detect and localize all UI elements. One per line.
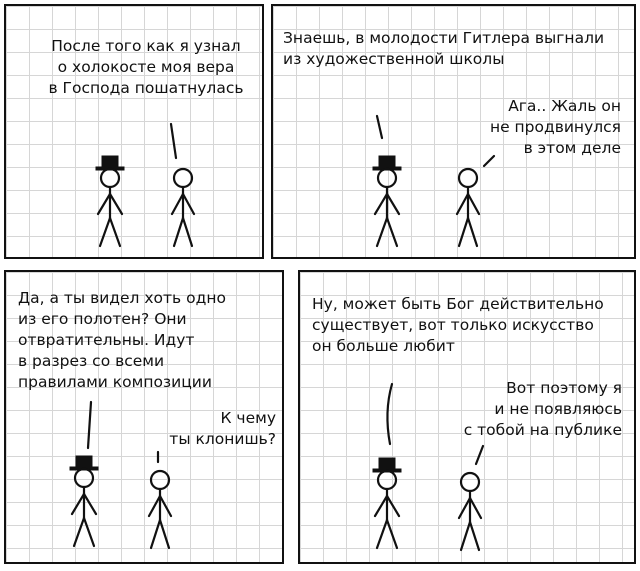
comic-panel-2: Знаешь, в молодости Гитлера выгнали из х… — [271, 4, 636, 259]
speech-tail — [169, 122, 178, 160]
stickman — [457, 471, 483, 552]
top-hat-stickman — [95, 155, 125, 248]
stickman — [170, 167, 196, 248]
reply-tail — [482, 154, 496, 168]
top-hat-stickman — [372, 155, 402, 248]
speech-tail — [86, 400, 93, 450]
top-hat-stickman — [372, 457, 402, 550]
panel-4-drawing — [372, 382, 485, 552]
comic-panel-3: Да, а ты видел хоть одно из его полотен?… — [4, 270, 284, 564]
comic-panel-1: После того как я узнал о холокосте моя в… — [4, 4, 264, 259]
panel-3-drawing — [69, 400, 173, 550]
speech-tail — [375, 114, 384, 140]
stickman — [455, 167, 481, 248]
stickman — [147, 469, 173, 550]
top-hat-stickman — [69, 455, 99, 548]
speech-tail — [386, 382, 394, 446]
panel-2-drawing — [372, 114, 496, 248]
comic-panel-4: Ну, может быть Бог действительно существ… — [298, 270, 636, 564]
panel-1-drawing — [95, 122, 196, 248]
reply-tail — [474, 444, 485, 466]
